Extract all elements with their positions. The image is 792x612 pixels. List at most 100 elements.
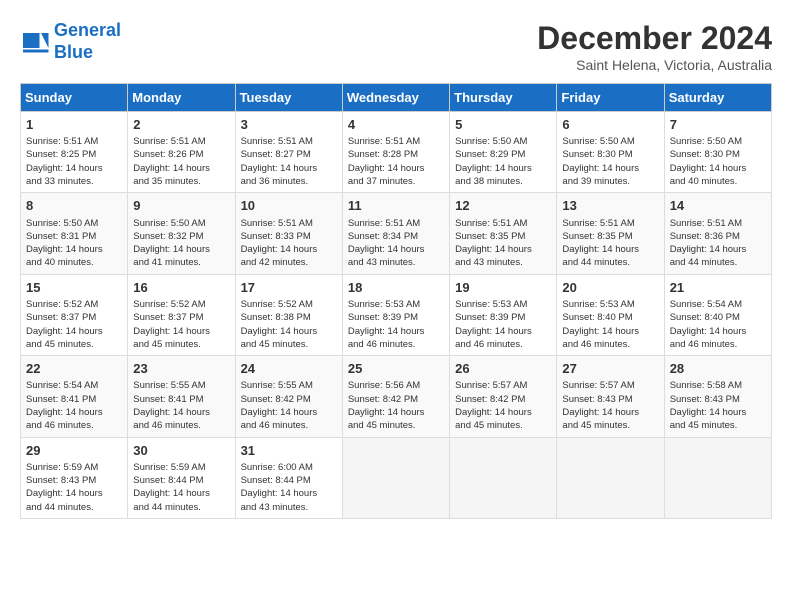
day-number: 11 [348,197,444,215]
day-info: Sunrise: 5:53 AM Sunset: 8:39 PM Dayligh… [455,298,551,351]
table-row: 1Sunrise: 5:51 AM Sunset: 8:25 PM Daylig… [21,112,128,193]
day-info: Sunrise: 5:51 AM Sunset: 8:33 PM Dayligh… [241,217,337,270]
logo-icon [20,27,50,57]
day-info: Sunrise: 5:57 AM Sunset: 8:42 PM Dayligh… [455,379,551,432]
day-info: Sunrise: 5:52 AM Sunset: 8:37 PM Dayligh… [26,298,122,351]
day-info: Sunrise: 5:51 AM Sunset: 8:35 PM Dayligh… [562,217,658,270]
table-row [664,437,771,518]
col-saturday: Saturday [664,84,771,112]
col-thursday: Thursday [450,84,557,112]
day-info: Sunrise: 5:50 AM Sunset: 8:30 PM Dayligh… [562,135,658,188]
day-info: Sunrise: 5:51 AM Sunset: 8:26 PM Dayligh… [133,135,229,188]
day-info: Sunrise: 5:50 AM Sunset: 8:31 PM Dayligh… [26,217,122,270]
table-row: 14 Sunrise: 5:51 AM Sunset: 8:36 PM Dayli… [664,193,771,274]
day-number: 21 [670,279,766,297]
day-info: Sunrise: 5:51 AM Sunset: 8:35 PM Dayligh… [455,217,551,270]
day-number: 27 [562,360,658,378]
calendar-week-row: 15Sunrise: 5:52 AM Sunset: 8:37 PM Dayli… [21,274,772,355]
table-row: 4Sunrise: 5:51 AM Sunset: 8:28 PM Daylig… [342,112,449,193]
col-sunday: Sunday [21,84,128,112]
day-number: 9 [133,197,229,215]
day-number: 30 [133,442,229,460]
day-number: 25 [348,360,444,378]
day-number: 8 [26,197,122,215]
col-friday: Friday [557,84,664,112]
day-number: 31 [241,442,337,460]
table-row: 26Sunrise: 5:57 AM Sunset: 8:42 PM Dayli… [450,356,557,437]
table-row: 25Sunrise: 5:56 AM Sunset: 8:42 PM Dayli… [342,356,449,437]
logo-line2: Blue [54,42,93,62]
day-number: 26 [455,360,551,378]
day-number: 16 [133,279,229,297]
day-info: Sunrise: 5:55 AM Sunset: 8:41 PM Dayligh… [133,379,229,432]
table-row: 15Sunrise: 5:52 AM Sunset: 8:37 PM Dayli… [21,274,128,355]
day-info: Sunrise: 5:59 AM Sunset: 8:44 PM Dayligh… [133,461,229,514]
col-monday: Monday [128,84,235,112]
title-block: December 2024 Saint Helena, Victoria, Au… [537,20,772,73]
logo: General Blue [20,20,121,63]
calendar-table: Sunday Monday Tuesday Wednesday Thursday… [20,83,772,519]
table-row: 11 Sunrise: 5:51 AM Sunset: 8:34 PM Dayli… [342,193,449,274]
calendar-week-row: 29Sunrise: 5:59 AM Sunset: 8:43 PM Dayli… [21,437,772,518]
day-number: 23 [133,360,229,378]
day-number: 22 [26,360,122,378]
day-info: Sunrise: 6:00 AM Sunset: 8:44 PM Dayligh… [241,461,337,514]
day-number: 10 [241,197,337,215]
day-info: Sunrise: 5:58 AM Sunset: 8:43 PM Dayligh… [670,379,766,432]
table-row: 29Sunrise: 5:59 AM Sunset: 8:43 PM Dayli… [21,437,128,518]
calendar-week-row: 1Sunrise: 5:51 AM Sunset: 8:25 PM Daylig… [21,112,772,193]
day-number: 18 [348,279,444,297]
day-number: 20 [562,279,658,297]
table-row: 19Sunrise: 5:53 AM Sunset: 8:39 PM Dayli… [450,274,557,355]
month-title: December 2024 [537,20,772,57]
calendar-week-row: 22Sunrise: 5:54 AM Sunset: 8:41 PM Dayli… [21,356,772,437]
day-number: 5 [455,116,551,134]
table-row: 7Sunrise: 5:50 AM Sunset: 8:30 PM Daylig… [664,112,771,193]
location-subtitle: Saint Helena, Victoria, Australia [537,57,772,73]
calendar-header-row: Sunday Monday Tuesday Wednesday Thursday… [21,84,772,112]
page-header: General Blue December 2024 Saint Helena,… [20,20,772,73]
day-info: Sunrise: 5:51 AM Sunset: 8:36 PM Dayligh… [670,217,766,270]
day-info: Sunrise: 5:51 AM Sunset: 8:34 PM Dayligh… [348,217,444,270]
day-number: 7 [670,116,766,134]
day-number: 13 [562,197,658,215]
table-row: 23Sunrise: 5:55 AM Sunset: 8:41 PM Dayli… [128,356,235,437]
day-number: 3 [241,116,337,134]
day-info: Sunrise: 5:51 AM Sunset: 8:28 PM Dayligh… [348,135,444,188]
table-row [557,437,664,518]
day-info: Sunrise: 5:50 AM Sunset: 8:29 PM Dayligh… [455,135,551,188]
table-row: 24Sunrise: 5:55 AM Sunset: 8:42 PM Dayli… [235,356,342,437]
table-row: 12Sunrise: 5:51 AM Sunset: 8:35 PM Dayli… [450,193,557,274]
calendar-week-row: 8 Sunrise: 5:50 AM Sunset: 8:31 PM Daylig… [21,193,772,274]
col-tuesday: Tuesday [235,84,342,112]
day-number: 1 [26,116,122,134]
table-row: 5Sunrise: 5:50 AM Sunset: 8:29 PM Daylig… [450,112,557,193]
table-row: 30Sunrise: 5:59 AM Sunset: 8:44 PM Dayli… [128,437,235,518]
day-number: 14 [670,197,766,215]
table-row: 2Sunrise: 5:51 AM Sunset: 8:26 PM Daylig… [128,112,235,193]
day-info: Sunrise: 5:51 AM Sunset: 8:25 PM Dayligh… [26,135,122,188]
day-number: 6 [562,116,658,134]
day-number: 28 [670,360,766,378]
day-number: 4 [348,116,444,134]
table-row: 6Sunrise: 5:50 AM Sunset: 8:30 PM Daylig… [557,112,664,193]
day-info: Sunrise: 5:54 AM Sunset: 8:40 PM Dayligh… [670,298,766,351]
table-row: 10 Sunrise: 5:51 AM Sunset: 8:33 PM Dayli… [235,193,342,274]
table-row: 18Sunrise: 5:53 AM Sunset: 8:39 PM Dayli… [342,274,449,355]
day-info: Sunrise: 5:50 AM Sunset: 8:30 PM Dayligh… [670,135,766,188]
table-row [450,437,557,518]
table-row: 8 Sunrise: 5:50 AM Sunset: 8:31 PM Daylig… [21,193,128,274]
day-info: Sunrise: 5:59 AM Sunset: 8:43 PM Dayligh… [26,461,122,514]
day-info: Sunrise: 5:54 AM Sunset: 8:41 PM Dayligh… [26,379,122,432]
day-info: Sunrise: 5:50 AM Sunset: 8:32 PM Dayligh… [133,217,229,270]
day-info: Sunrise: 5:56 AM Sunset: 8:42 PM Dayligh… [348,379,444,432]
table-row [342,437,449,518]
col-wednesday: Wednesday [342,84,449,112]
table-row: 16Sunrise: 5:52 AM Sunset: 8:37 PM Dayli… [128,274,235,355]
table-row: 17Sunrise: 5:52 AM Sunset: 8:38 PM Dayli… [235,274,342,355]
table-row: 22Sunrise: 5:54 AM Sunset: 8:41 PM Dayli… [21,356,128,437]
day-number: 17 [241,279,337,297]
table-row: 13 Sunrise: 5:51 AM Sunset: 8:35 PM Dayli… [557,193,664,274]
logo-text: General Blue [54,20,121,63]
logo-line1: General [54,20,121,40]
